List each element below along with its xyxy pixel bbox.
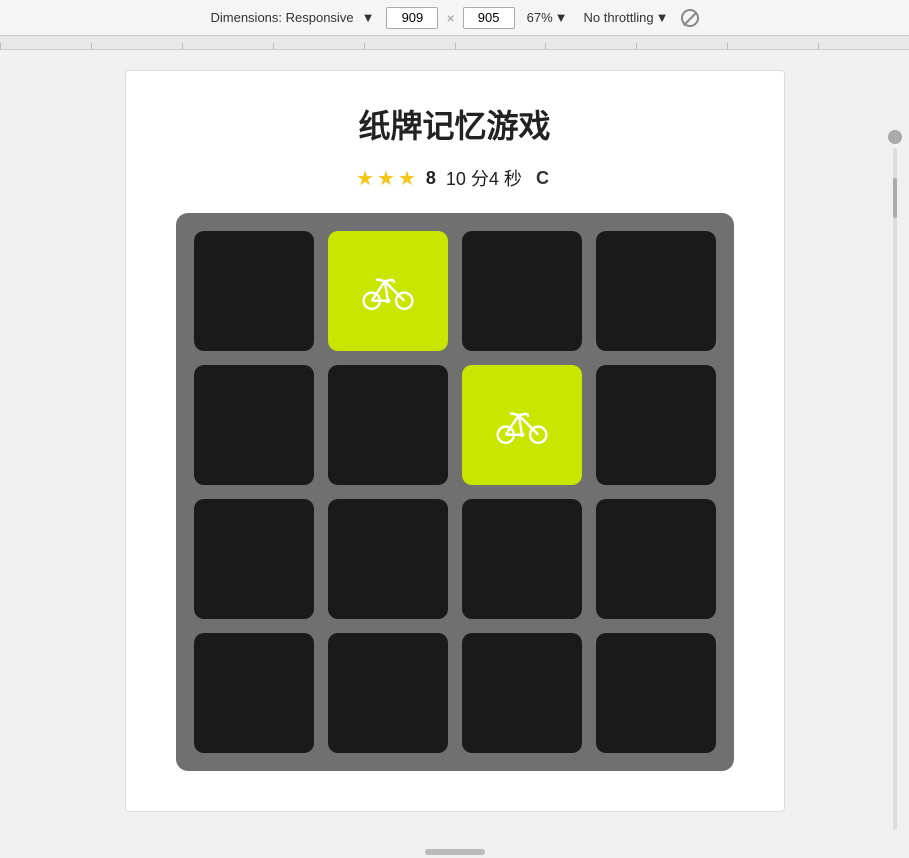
- ruler-tick: [91, 43, 182, 49]
- card-7[interactable]: [596, 365, 716, 485]
- scrollbar[interactable]: [889, 130, 901, 830]
- star-2: ★: [377, 166, 395, 191]
- card-11[interactable]: [596, 499, 716, 619]
- height-input[interactable]: [463, 7, 515, 29]
- dimensions-arrow: ▼: [362, 10, 375, 25]
- card-10[interactable]: [462, 499, 582, 619]
- card-1[interactable]: [328, 231, 448, 351]
- dimensions-control: Dimensions: Responsive ▼: [210, 8, 378, 27]
- bottom-scroll-thumb[interactable]: [425, 849, 485, 855]
- card-14[interactable]: [462, 633, 582, 753]
- bike-icon: [496, 405, 548, 445]
- bike-icon: [362, 271, 414, 311]
- ruler: [0, 36, 909, 50]
- toolbar: Dimensions: Responsive ▼ × 67% ▼ No thro…: [0, 0, 909, 36]
- throttling-control[interactable]: No throttling ▼: [580, 8, 673, 27]
- bottom-scrollbar[interactable]: [0, 846, 909, 858]
- zoom-label: 67%: [527, 10, 553, 25]
- zoom-control[interactable]: 67% ▼: [523, 8, 572, 27]
- throttling-label: No throttling: [584, 10, 654, 25]
- game-stats: ★ ★ ★ 8 10 分4 秒 C: [356, 165, 553, 191]
- card-8[interactable]: [194, 499, 314, 619]
- card-0[interactable]: [194, 231, 314, 351]
- zoom-arrow: ▼: [555, 10, 568, 25]
- game-container: 纸牌记忆游戏 ★ ★ ★ 8 10 分4 秒 C: [125, 70, 785, 812]
- ban-icon: [681, 9, 699, 27]
- card-6[interactable]: [462, 365, 582, 485]
- scrollbar-track[interactable]: [893, 148, 897, 830]
- throttling-arrow: ▼: [656, 10, 669, 25]
- card-9[interactable]: [328, 499, 448, 619]
- dimension-separator: ×: [446, 10, 454, 26]
- ruler-tick: [273, 43, 364, 49]
- game-title: 纸牌记忆游戏: [358, 101, 550, 147]
- game-board: [176, 213, 734, 771]
- ruler-tick: [636, 43, 727, 49]
- scrollbar-up-button[interactable]: [888, 130, 902, 144]
- star-3: ★: [398, 166, 416, 191]
- card-2[interactable]: [462, 231, 582, 351]
- card-3[interactable]: [596, 231, 716, 351]
- dimensions-label: Dimensions: Responsive: [210, 10, 353, 25]
- card-15[interactable]: [596, 633, 716, 753]
- card-5[interactable]: [328, 365, 448, 485]
- ruler-tick: [818, 43, 909, 49]
- reset-button[interactable]: C: [532, 168, 553, 189]
- ruler-tick: [545, 43, 636, 49]
- width-input[interactable]: [386, 7, 438, 29]
- dimensions-dropdown[interactable]: ▼: [358, 8, 379, 27]
- card-4[interactable]: [194, 365, 314, 485]
- main-area: 纸牌记忆游戏 ★ ★ ★ 8 10 分4 秒 C: [0, 50, 909, 832]
- star-1: ★: [356, 166, 374, 191]
- ruler-tick: [727, 43, 818, 49]
- ruler-tick: [455, 43, 546, 49]
- timer-value: 10 分4 秒: [446, 165, 522, 191]
- scrollbar-thumb[interactable]: [893, 178, 897, 218]
- card-12[interactable]: [194, 633, 314, 753]
- ruler-tick: [0, 43, 91, 49]
- star-rating: ★ ★ ★: [356, 166, 416, 191]
- ruler-tick: [364, 43, 455, 49]
- score-value: 8: [426, 168, 436, 189]
- ruler-tick: [182, 43, 273, 49]
- card-13[interactable]: [328, 633, 448, 753]
